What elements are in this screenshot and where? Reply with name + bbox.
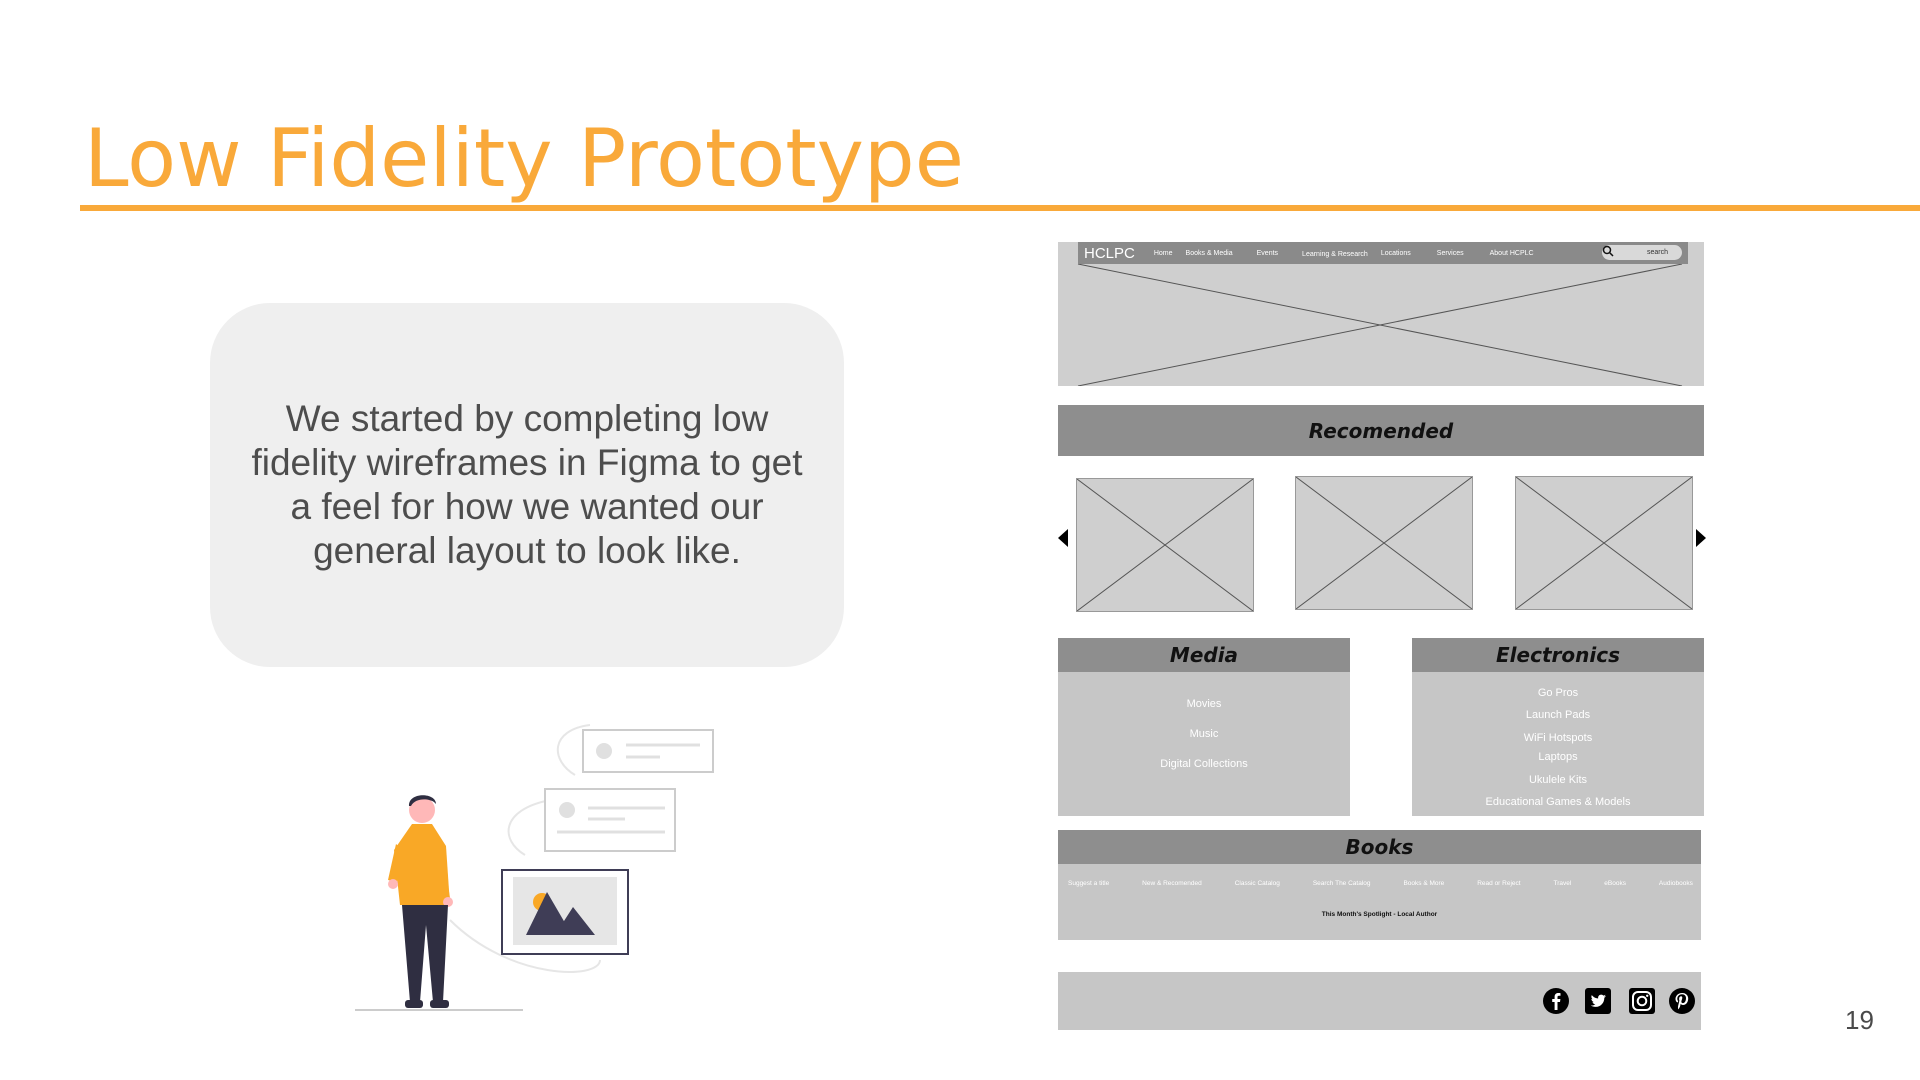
wireframe-books-box: Books Suggest a title New & Recomended C…	[1058, 830, 1701, 940]
wireframe-books-header: Books	[1058, 830, 1701, 864]
wireframe-nav-events: Events	[1256, 249, 1279, 257]
wireframe-recommended-header: Recomended	[1058, 405, 1704, 456]
list-item: Suggest a title	[1068, 880, 1110, 887]
list-item: Digital Collections	[1160, 758, 1248, 770]
wireframe-carousel-card	[1076, 478, 1254, 612]
list-item: WiFi Hotspots	[1523, 732, 1593, 744]
wireframe-electronics-list: Go Pros Launch Pads WiFi Hotspots Laptop…	[1412, 638, 1704, 816]
wireframe-nav-bar: HCLPC Home Books & Media Events Learning…	[1078, 242, 1688, 264]
facebook-icon	[1543, 988, 1569, 1014]
list-item: Launch Pads	[1525, 709, 1591, 721]
pinterest-icon	[1669, 988, 1695, 1014]
page-number: 19	[1845, 1005, 1874, 1035]
callout-text: We started by completing low fidelity wi…	[251, 398, 803, 571]
wireframe-carousel-card	[1515, 476, 1693, 610]
wireframe-nav-locations: Locations	[1380, 249, 1411, 257]
instagram-icon	[1629, 988, 1655, 1014]
wireframe-nav-books-media: Books & Media	[1185, 249, 1233, 257]
wireframe-media-list: Movies Music Digital Collections	[1058, 638, 1350, 816]
description-callout: We started by completing low fidelity wi…	[210, 303, 844, 667]
wireframe-search: search	[1602, 245, 1682, 260]
wireframe-nav-about: About HCPLC	[1489, 249, 1534, 257]
person-with-wireframes-illustration	[355, 724, 714, 1011]
wireframe-logo: HCLPC	[1084, 244, 1135, 262]
list-item: Travel	[1553, 880, 1572, 887]
wireframe-nav-services: Services	[1436, 249, 1464, 257]
list-item: Laptops	[1538, 751, 1578, 763]
carousel-left-arrow-icon	[1058, 529, 1068, 547]
wireframe-spotlight: This Month's Spotlight - Local Author	[1321, 911, 1438, 918]
wireframe-media-box: Media Movies Music Digital Collections	[1058, 638, 1350, 816]
twitter-icon	[1585, 988, 1611, 1014]
wireframe-search-placeholder: search	[1646, 249, 1668, 256]
wireframe-nav-home: Home	[1153, 249, 1173, 257]
list-item: Search The Catalog	[1312, 880, 1371, 887]
list-item: Audiobooks	[1658, 880, 1693, 887]
list-item: Music	[1189, 728, 1219, 740]
wireframe-electronics-box: Electronics Go Pros Launch Pads WiFi Hot…	[1412, 638, 1704, 816]
title-divider	[80, 205, 1920, 211]
slide-title: Low Fidelity Prototype	[84, 112, 964, 205]
list-item: Ukulele Kits	[1528, 774, 1588, 786]
wireframe-footer	[1058, 972, 1701, 1030]
list-item: Educational Games & Models	[1485, 796, 1631, 808]
list-item: eBooks	[1604, 880, 1626, 887]
wireframe-mockup: HCLPC Home Books & Media Events Learning…	[1058, 242, 1706, 1032]
list-item: Classic Catalog	[1234, 880, 1280, 887]
wireframe-carousel-card	[1295, 476, 1473, 610]
wireframe-books-links: Suggest a title New & Recomended Classic…	[1068, 880, 1693, 887]
list-item: Go Pros	[1537, 687, 1579, 699]
list-item: Read or Reject	[1477, 880, 1521, 887]
list-item: Books & More	[1403, 880, 1445, 887]
search-icon	[1602, 245, 1614, 257]
list-item: Movies	[1186, 698, 1222, 710]
wireframe-hero-placeholder: HCLPC Home Books & Media Events Learning…	[1058, 242, 1704, 386]
carousel-right-arrow-icon	[1696, 529, 1706, 547]
wireframe-nav-learning: Learning & Research	[1302, 251, 1368, 258]
list-item: New & Recomended	[1142, 880, 1202, 887]
